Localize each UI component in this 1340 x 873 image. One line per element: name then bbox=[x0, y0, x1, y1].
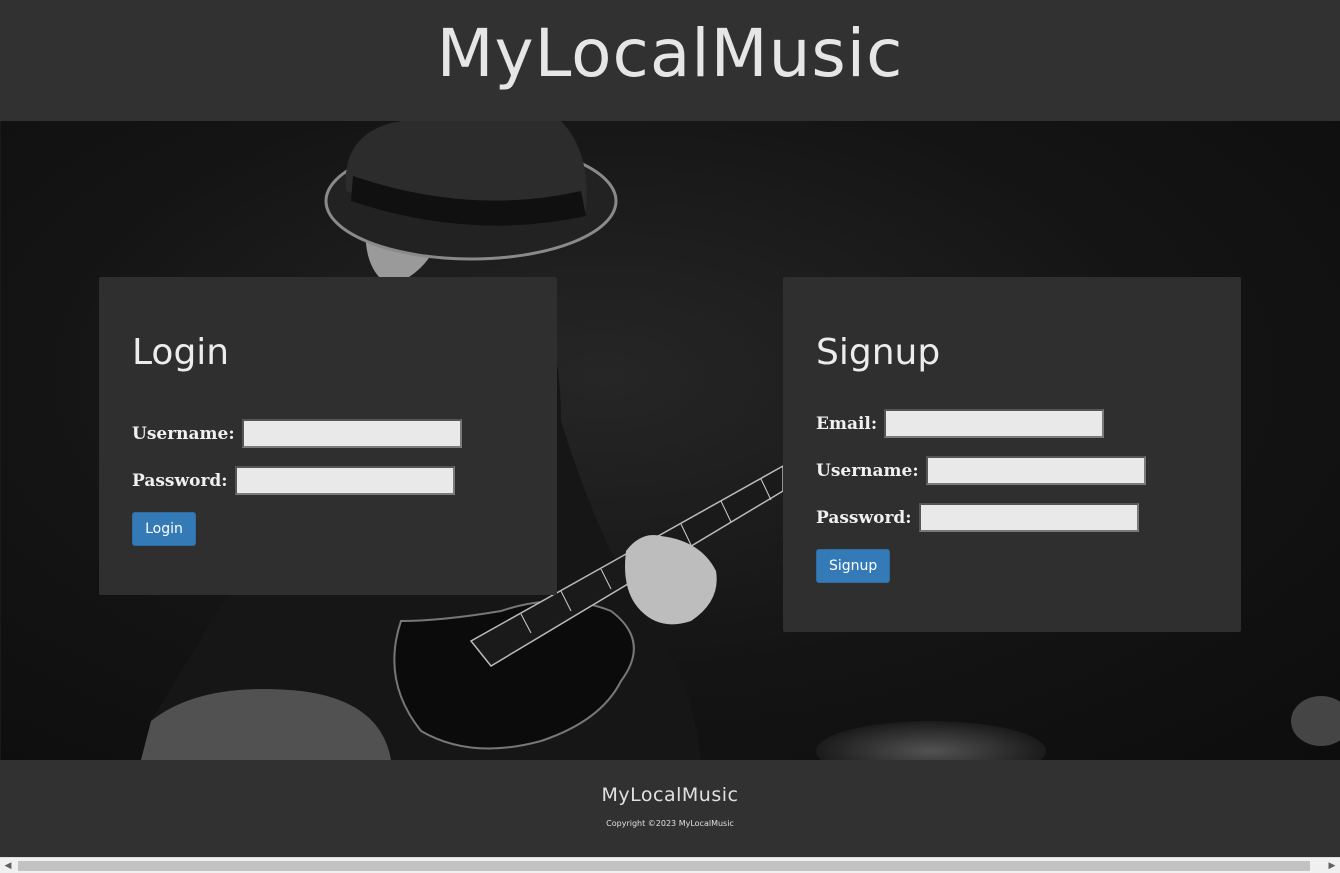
horizontal-scrollbar[interactable]: ◀ ▶ bbox=[0, 857, 1340, 873]
scrollbar-thumb[interactable] bbox=[18, 861, 1310, 871]
login-username-input[interactable] bbox=[241, 419, 462, 448]
login-button[interactable]: Login bbox=[132, 512, 196, 546]
site-header: MyLocalMusic bbox=[0, 0, 1340, 121]
login-panel: Login Username: Password: Login bbox=[99, 277, 557, 595]
site-footer: MyLocalMusic Copyright ©2023 MyLocalMusi… bbox=[0, 760, 1340, 857]
login-password-label: Password: bbox=[132, 470, 228, 491]
signup-button[interactable]: Signup bbox=[816, 549, 890, 583]
signup-email-row: Email: bbox=[816, 409, 1105, 438]
arrow-left-icon[interactable]: ◀ bbox=[0, 858, 16, 873]
site-title: MyLocalMusic bbox=[436, 15, 904, 92]
signup-username-row: Username: bbox=[816, 456, 1146, 485]
hero-section: Login Username: Password: Login Signup E… bbox=[1, 121, 1340, 760]
footer-title: MyLocalMusic bbox=[601, 784, 739, 806]
login-password-input[interactable] bbox=[234, 466, 455, 495]
signup-email-input[interactable] bbox=[884, 409, 1105, 438]
signup-heading: Signup bbox=[816, 332, 941, 373]
signup-email-label: Email: bbox=[816, 413, 878, 434]
signup-panel: Signup Email: Username: Password: Signup bbox=[783, 277, 1241, 632]
arrow-right-icon[interactable]: ▶ bbox=[1324, 858, 1340, 873]
signup-password-input[interactable] bbox=[918, 503, 1139, 532]
signup-password-row: Password: bbox=[816, 503, 1139, 532]
login-username-row: Username: bbox=[132, 419, 462, 448]
login-password-row: Password: bbox=[132, 466, 455, 495]
login-heading: Login bbox=[132, 332, 230, 373]
signup-username-input[interactable] bbox=[925, 456, 1146, 485]
signup-username-label: Username: bbox=[816, 460, 919, 481]
login-username-label: Username: bbox=[132, 423, 235, 444]
signup-password-label: Password: bbox=[816, 507, 912, 528]
footer-copyright: Copyright ©2023 MyLocalMusic bbox=[606, 819, 734, 828]
